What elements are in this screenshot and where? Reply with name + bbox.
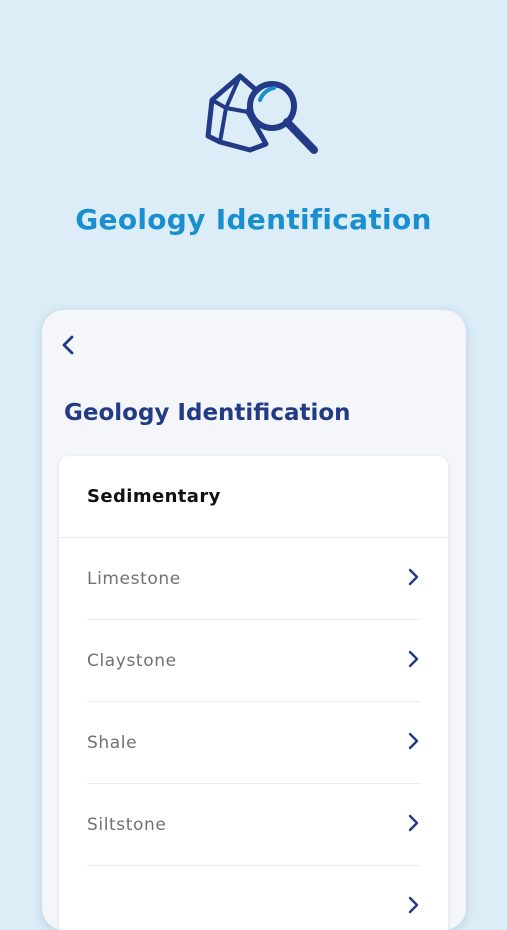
list-item-claystone[interactable]: Claystone [87,620,420,702]
list-item-shale[interactable]: Shale [87,702,420,784]
category-card: Sedimentary Limestone Claystone Shale Si… [59,456,448,930]
list-item-label: Limestone [87,568,181,589]
chevron-right-icon [408,896,419,914]
list-item-limestone[interactable]: Limestone [87,538,420,620]
category-header: Sedimentary [59,456,448,538]
chevron-right-icon [408,732,419,750]
chevron-right-icon [408,650,419,668]
hero-title: Geology Identification [75,203,432,236]
list-item-label: Shale [87,732,138,753]
list-item-label: Claystone [87,650,177,671]
phone-screen: Geology Identification Sedimentary Limes… [42,310,466,930]
list-item-siltstone[interactable]: Siltstone [87,784,420,866]
chevron-left-icon [62,335,74,355]
chevron-right-icon [408,568,419,586]
chevron-right-icon [408,814,419,832]
page-title: Geology Identification [64,400,351,426]
list-item-partial[interactable] [87,866,420,930]
list-item-label: Siltstone [87,814,167,835]
rock-magnifier-icon [200,70,324,160]
back-button[interactable] [56,332,82,358]
